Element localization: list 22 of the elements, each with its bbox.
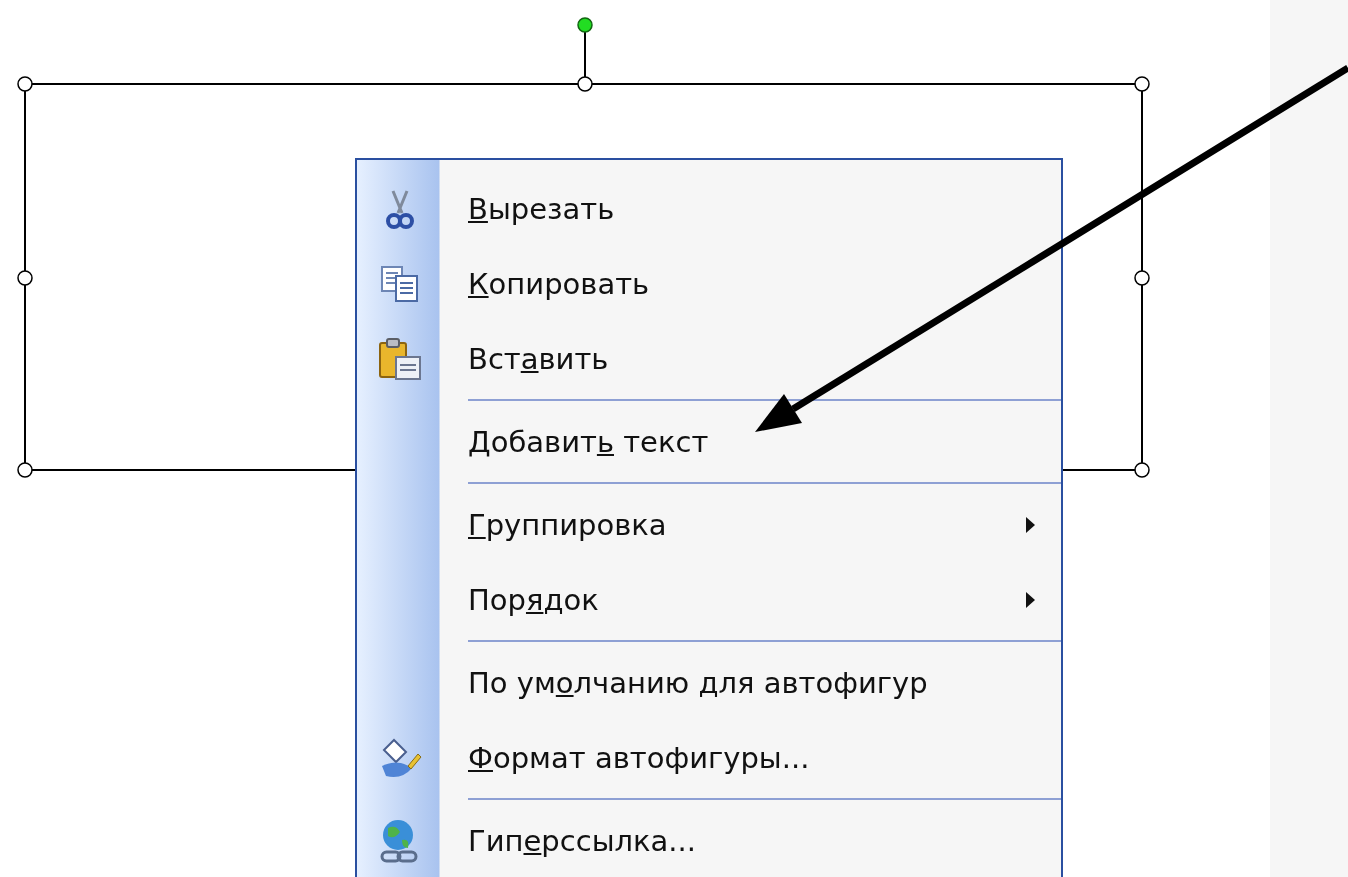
submenu-arrow-icon [1026,591,1035,608]
menu-item[interactable]: Копировать [357,246,1061,321]
menu-item[interactable]: Формат автофигуры... [357,720,1061,795]
submenu-arrow-icon [1026,516,1035,533]
resize-handle[interactable] [17,462,33,478]
menu-item[interactable]: По умолчанию для автофигур [357,645,1061,720]
resize-handle[interactable] [17,270,33,286]
menu-item[interactable]: Вырезать [357,171,1061,246]
menu-item[interactable]: Группировка [357,487,1061,562]
resize-handle[interactable] [1134,462,1150,478]
menu-item[interactable]: Вставить [357,321,1061,396]
menu-item[interactable]: Добавить текст [357,404,1061,479]
copy-icon [379,264,420,303]
resize-handle[interactable] [1134,76,1150,92]
menu-item[interactable]: Порядок [357,562,1061,637]
resize-handle[interactable] [17,76,33,92]
rotation-handle[interactable] [577,17,593,78]
menu-item[interactable]: Гиперссылка... [357,803,1061,877]
resize-handle[interactable] [1134,270,1150,286]
resize-handle[interactable] [577,76,593,92]
paste-icon [377,336,422,381]
scissors-icon [384,188,415,229]
